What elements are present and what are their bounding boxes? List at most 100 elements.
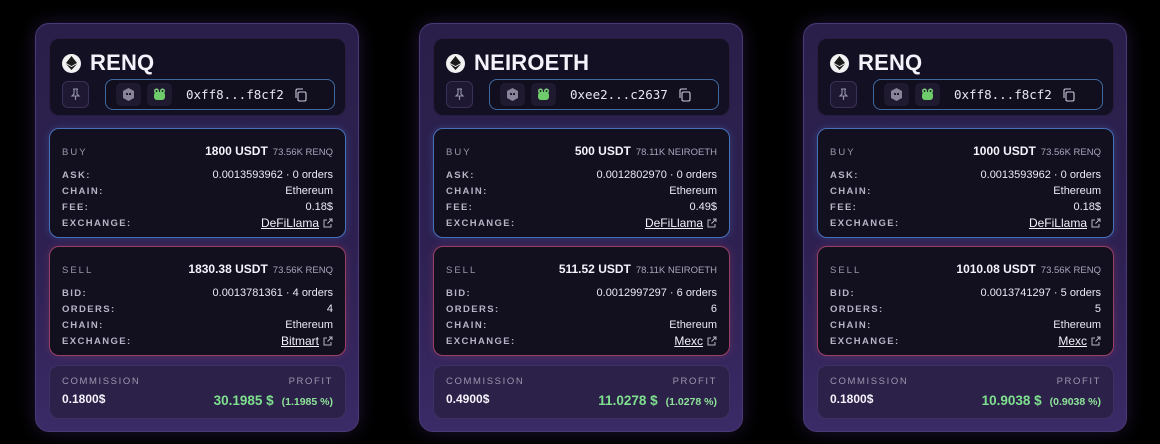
coin-title-row: RENQ bbox=[830, 50, 922, 76]
row-label: ASK: bbox=[62, 169, 91, 181]
orders-value: 6 bbox=[710, 303, 717, 315]
commission-label: COMMISSION bbox=[62, 376, 141, 387]
profit-summary: COMMISSION PROFIT 0.1800$ 10.9038 $ (0.9… bbox=[817, 365, 1114, 419]
buy-label: BUY bbox=[830, 147, 856, 158]
external-link-icon[interactable] bbox=[323, 218, 333, 228]
buy-panel: BUY 1800 USDT 73.56K RENQ ASK: 0.001359396… bbox=[49, 128, 346, 238]
sell-exchange-link[interactable]: Mexc bbox=[1058, 334, 1101, 348]
frog-icon[interactable] bbox=[147, 83, 172, 106]
exchange-row: EXCHANGE: DeFiLlama bbox=[446, 215, 717, 231]
copy-icon[interactable] bbox=[294, 87, 308, 102]
bid-row: BID: 0.0013781361 · 4 orders bbox=[62, 285, 333, 301]
profit-label: PROFIT bbox=[672, 376, 717, 387]
chain-value: Ethereum bbox=[1053, 319, 1101, 331]
coin-name: RENQ bbox=[858, 50, 923, 75]
exchange-row: EXCHANGE: Mexc bbox=[446, 333, 717, 349]
external-link-icon[interactable] bbox=[707, 336, 717, 346]
profit-value: 10.9038 $ bbox=[981, 393, 1042, 408]
external-link-icon[interactable] bbox=[1091, 218, 1101, 228]
profit-group: 30.1985 $ (1.1985 %) bbox=[214, 393, 333, 408]
buy-exchange-link[interactable]: DeFiLlama bbox=[1029, 216, 1101, 230]
frog-icon[interactable] bbox=[531, 83, 556, 106]
token-address-box[interactable]: 0xff8...f8cf2 bbox=[105, 79, 335, 110]
sell-token-qty: 73.56K RENQ bbox=[272, 265, 333, 276]
fee-value: 0.49$ bbox=[689, 201, 717, 213]
token-address-box[interactable]: 0xff8...f8cf2 bbox=[873, 79, 1103, 110]
sell-exchange-link[interactable]: Mexc bbox=[674, 334, 717, 348]
token-address-box[interactable]: 0xee2...c2637 bbox=[489, 79, 719, 110]
sell-exchange-link[interactable]: Bitmart bbox=[281, 334, 333, 348]
exchange-name[interactable]: DeFiLlama bbox=[645, 216, 703, 230]
fee-value: 0.18$ bbox=[1073, 201, 1101, 213]
row-label: BID: bbox=[830, 287, 856, 299]
exchange-row: EXCHANGE: DeFiLlama bbox=[830, 215, 1101, 231]
external-link-icon[interactable] bbox=[1091, 336, 1101, 346]
row-label: FEE: bbox=[446, 201, 474, 213]
buy-amount: 500 USDT 78.11K NEIROETH bbox=[575, 144, 717, 158]
bid-value: 0.0013741297 · 5 orders bbox=[980, 287, 1101, 299]
sell-amount: 1830.38 USDT 73.56K RENQ bbox=[188, 262, 333, 276]
sell-panel: SELL 1010.08 USDT 73.56K RENQ BID: 0.00137… bbox=[817, 246, 1114, 356]
row-label: CHAIN: bbox=[446, 185, 488, 197]
buy-amount-value: 500 USDT bbox=[574, 144, 631, 158]
chain-row: CHAIN: Ethereum bbox=[830, 183, 1101, 199]
chain-value: Ethereum bbox=[1053, 185, 1101, 197]
sell-panel: SELL 511.52 USDT 78.11K NEIROETH BID: 0.00… bbox=[433, 246, 730, 356]
sell-amount: 511.52 USDT 78.11K NEIROETH bbox=[559, 262, 717, 276]
external-link-icon[interactable] bbox=[323, 336, 333, 346]
robot-icon[interactable] bbox=[116, 83, 141, 106]
profit-percent: (1.0278 %) bbox=[665, 396, 717, 408]
coin-name: NEIROETH bbox=[474, 50, 590, 75]
commission-value: 0.4900$ bbox=[446, 392, 490, 406]
pin-button[interactable] bbox=[830, 81, 857, 108]
row-label: CHAIN: bbox=[446, 319, 488, 331]
exchange-name[interactable]: Mexc bbox=[674, 334, 703, 348]
frog-icon[interactable] bbox=[915, 83, 940, 106]
row-label: EXCHANGE: bbox=[446, 217, 516, 229]
buy-exchange-link[interactable]: DeFiLlama bbox=[261, 216, 333, 230]
commission-label: COMMISSION bbox=[446, 376, 525, 387]
sell-token-qty: 73.56K RENQ bbox=[1040, 265, 1101, 276]
buy-token-qty: 73.56K RENQ bbox=[1040, 147, 1101, 158]
row-label: EXCHANGE: bbox=[62, 335, 132, 347]
profit-label: PROFIT bbox=[1056, 376, 1101, 387]
fee-row: FEE: 0.49$ bbox=[446, 199, 717, 215]
fee-row: FEE: 0.18$ bbox=[62, 199, 333, 215]
row-label: FEE: bbox=[830, 201, 858, 213]
pin-icon bbox=[70, 88, 81, 100]
copy-icon[interactable] bbox=[678, 87, 692, 102]
pin-button[interactable] bbox=[446, 81, 473, 108]
external-link-icon[interactable] bbox=[707, 218, 717, 228]
exchange-name[interactable]: Bitmart bbox=[281, 334, 319, 348]
robot-icon[interactable] bbox=[500, 83, 525, 106]
chain-value: Ethereum bbox=[669, 319, 717, 331]
arbitrage-card: NEIROETH 0xee2...c2637 BUY 500 USDT 78.11… bbox=[419, 23, 743, 432]
row-label: ASK: bbox=[830, 169, 859, 181]
sell-label: SELL bbox=[62, 265, 94, 276]
row-label: EXCHANGE: bbox=[446, 335, 516, 347]
commission-label: COMMISSION bbox=[830, 376, 909, 387]
sell-amount-value: 1830.38 USDT bbox=[188, 262, 268, 276]
row-label: FEE: bbox=[62, 201, 90, 213]
row-label: CHAIN: bbox=[830, 185, 872, 197]
exchange-name[interactable]: Mexc bbox=[1058, 334, 1087, 348]
token-address[interactable]: 0xee2...c2637 bbox=[570, 87, 668, 102]
sell-amount-value: 511.52 USDT bbox=[558, 262, 631, 276]
arbitrage-card: RENQ 0xff8...f8cf2 BUY 1000 USDT 73.56K R… bbox=[803, 23, 1127, 432]
copy-icon[interactable] bbox=[1062, 87, 1076, 102]
coin-title-row: NEIROETH bbox=[446, 50, 589, 76]
sell-amount: 1010.08 USDT 73.56K RENQ bbox=[956, 262, 1101, 276]
robot-icon[interactable] bbox=[884, 83, 909, 106]
card-header: NEIROETH 0xee2...c2637 bbox=[433, 38, 730, 116]
token-address[interactable]: 0xff8...f8cf2 bbox=[954, 87, 1052, 102]
exchange-name[interactable]: DeFiLlama bbox=[261, 216, 319, 230]
buy-exchange-link[interactable]: DeFiLlama bbox=[645, 216, 717, 230]
ask-row: ASK: 0.0013593962 · 0 orders bbox=[62, 167, 333, 183]
pin-button[interactable] bbox=[62, 81, 89, 108]
token-address[interactable]: 0xff8...f8cf2 bbox=[186, 87, 284, 102]
profit-value: 30.1985 $ bbox=[213, 393, 274, 408]
profit-value: 11.0278 $ bbox=[598, 393, 658, 408]
buy-amount: 1800 USDT 73.56K RENQ bbox=[205, 144, 333, 158]
exchange-name[interactable]: DeFiLlama bbox=[1029, 216, 1087, 230]
profit-percent: (1.1985 %) bbox=[281, 396, 333, 408]
